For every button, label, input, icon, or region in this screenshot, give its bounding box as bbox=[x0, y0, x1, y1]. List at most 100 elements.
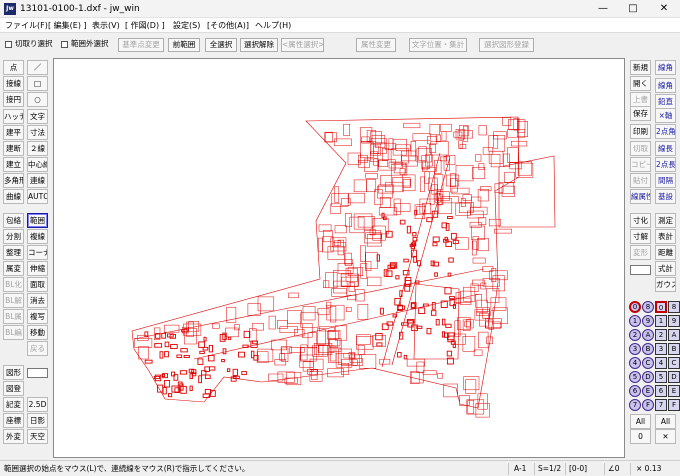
layer-button[interactable]: F bbox=[642, 399, 654, 411]
group-button[interactable]: F bbox=[668, 399, 680, 411]
layer-button[interactable]: 2 bbox=[629, 329, 641, 341]
tool-curve[interactable]: 曲線 bbox=[3, 189, 24, 204]
tool-coordinates[interactable]: 座標 bbox=[3, 413, 24, 428]
tool-auto[interactable]: AUTO bbox=[27, 189, 48, 204]
tool-overwrite[interactable]: 上書 bbox=[630, 92, 651, 107]
tool-dimension[interactable]: 寸法 bbox=[27, 125, 48, 140]
tool-new[interactable]: 新規 bbox=[630, 60, 651, 75]
tool-cleanup[interactable]: 整理 bbox=[3, 245, 24, 260]
group-button[interactable]: 8 bbox=[668, 301, 680, 313]
layer-button[interactable]: E bbox=[642, 385, 654, 397]
group-button[interactable]: 4 bbox=[655, 357, 667, 369]
tool-two-point-length[interactable]: 2点長 bbox=[655, 157, 676, 172]
tool-tangent-circle[interactable]: 接円 bbox=[3, 92, 24, 107]
group-button[interactable]: 5 bbox=[655, 371, 667, 383]
layer-zero-button[interactable]: 0 bbox=[630, 429, 651, 444]
register-selection-button[interactable]: 選択図形登録 bbox=[479, 38, 534, 52]
tool-double-line[interactable]: ２線 bbox=[27, 141, 48, 156]
tool-formula-calc[interactable]: 式計 bbox=[655, 261, 676, 276]
tool-sun-shadow[interactable]: 日影 bbox=[27, 413, 48, 428]
menu-other[interactable]: [その他(A)] bbox=[207, 20, 249, 31]
minimize-button[interactable]: — bbox=[589, 1, 617, 17]
tool-block-explode[interactable]: BL解 bbox=[3, 293, 24, 308]
tool-paste[interactable]: 貼付 bbox=[630, 173, 651, 188]
tool-continuous-line[interactable]: 連線 bbox=[27, 173, 48, 188]
out-of-range-checkbox[interactable] bbox=[61, 41, 68, 48]
layer-button[interactable]: 9 bbox=[642, 315, 654, 327]
layer-button[interactable]: 7 bbox=[629, 399, 641, 411]
layer-button[interactable]: 4 bbox=[629, 357, 641, 369]
tool-distance[interactable]: 距離 bbox=[655, 245, 676, 260]
tool-block-attribute[interactable]: BL属 bbox=[3, 309, 24, 324]
layer-button[interactable]: D bbox=[642, 371, 654, 383]
tool-dim-explode[interactable]: 寸解 bbox=[630, 229, 651, 244]
tool-symbol-change[interactable]: 記変 bbox=[3, 397, 24, 412]
tool-figure[interactable]: 図形 bbox=[3, 365, 24, 380]
tool-building-elevation[interactable]: 建立 bbox=[3, 157, 24, 172]
tool-line[interactable]: ／ bbox=[27, 60, 48, 75]
close-button[interactable]: ✕ bbox=[650, 1, 678, 17]
tool-line-length[interactable]: 線長 bbox=[655, 141, 676, 156]
menu-edit[interactable]: [ 編集(E) ] bbox=[48, 20, 87, 31]
tool-hatch[interactable]: ハッチ bbox=[3, 109, 24, 124]
tool-line-attribute[interactable]: 線属性 bbox=[630, 189, 651, 204]
tool-envelope[interactable]: 包絡 bbox=[3, 213, 24, 228]
tool-erase[interactable]: 消去 bbox=[27, 293, 48, 308]
layer-button[interactable]: 0 bbox=[629, 301, 641, 313]
all-groups-button[interactable]: All bbox=[655, 414, 676, 429]
tool-print[interactable]: 印刷 bbox=[630, 124, 651, 139]
tool-base-settings[interactable]: 基設 bbox=[655, 189, 676, 204]
tool-gauss[interactable]: ガウス bbox=[655, 277, 676, 292]
prev-range-button[interactable]: 前範囲 bbox=[168, 38, 200, 52]
tool-tangent-line[interactable]: 接線 bbox=[3, 76, 24, 91]
menu-view[interactable]: 表示(V) bbox=[92, 20, 120, 31]
line-style-swatch[interactable] bbox=[27, 368, 48, 378]
tool-parallel-line[interactable]: 複線 bbox=[27, 229, 48, 244]
angle-indicator[interactable]: ∠0 bbox=[608, 464, 620, 474]
tool-sky[interactable]: 天空 bbox=[27, 429, 48, 444]
tool-dim-convert[interactable]: 寸化 bbox=[630, 213, 651, 228]
layer-line-swatch[interactable] bbox=[630, 265, 651, 275]
tool-line-angle-2[interactable]: 線角 bbox=[655, 78, 676, 93]
tool-2-5d[interactable]: 2.5D bbox=[27, 397, 48, 412]
text-position-button[interactable]: 文字位置・集計 bbox=[409, 38, 467, 52]
tool-chamfer[interactable]: 面取 bbox=[27, 277, 48, 292]
tool-deform[interactable]: 変形 bbox=[630, 245, 651, 260]
zoom-indicator[interactable]: × 0.13 bbox=[636, 464, 661, 474]
menu-draw[interactable]: [ 作図(D) ] bbox=[125, 20, 165, 31]
layer-button[interactable]: A bbox=[642, 329, 654, 341]
layer-button[interactable]: 5 bbox=[629, 371, 641, 383]
group-button[interactable]: A bbox=[668, 329, 680, 341]
layer-button[interactable]: 8 bbox=[642, 301, 654, 313]
attr-change-button[interactable]: 属性変更 bbox=[356, 38, 396, 52]
layer-button[interactable]: C bbox=[642, 357, 654, 369]
all-layers-button[interactable]: All bbox=[630, 414, 651, 429]
tool-divide[interactable]: 分割 bbox=[3, 229, 24, 244]
tool-corner[interactable]: コーナー bbox=[27, 245, 48, 260]
menu-file[interactable]: ファイル(F) bbox=[5, 20, 48, 31]
tool-building-plan[interactable]: 建平 bbox=[3, 125, 24, 140]
tool-interval[interactable]: 間隔 bbox=[655, 173, 676, 188]
group-button[interactable]: 3 bbox=[655, 343, 667, 355]
maximize-button[interactable]: □ bbox=[619, 1, 647, 17]
tool-vertical[interactable]: 鉛直 bbox=[655, 94, 676, 109]
layer-button[interactable]: 3 bbox=[629, 343, 641, 355]
tool-rectangle[interactable]: □ bbox=[27, 76, 48, 91]
tool-stretch[interactable]: 伸縮 bbox=[27, 261, 48, 276]
tool-undo[interactable]: 戻る bbox=[27, 341, 48, 356]
tool-line-angle[interactable]: 線角 bbox=[655, 60, 676, 75]
tool-x-axis[interactable]: ×軸 bbox=[655, 108, 676, 123]
tool-copy[interactable]: 複写 bbox=[27, 309, 48, 324]
layer-button[interactable]: B bbox=[642, 343, 654, 355]
tool-external-change[interactable]: 外変 bbox=[3, 429, 24, 444]
tool-move[interactable]: 移動 bbox=[27, 325, 48, 340]
tool-attribute-change[interactable]: 属変 bbox=[3, 261, 24, 276]
tool-point[interactable]: 点 bbox=[3, 60, 24, 75]
tool-polygon[interactable]: 多角形 bbox=[3, 173, 24, 188]
layer-indicator[interactable]: [0-0] bbox=[569, 464, 587, 474]
group-button[interactable]: 1 bbox=[655, 315, 667, 327]
deselect-button[interactable]: 選択解除 bbox=[240, 38, 278, 52]
group-button[interactable]: 7 bbox=[655, 399, 667, 411]
group-button[interactable]: 9 bbox=[668, 315, 680, 327]
tool-save[interactable]: 保存 bbox=[630, 106, 651, 121]
